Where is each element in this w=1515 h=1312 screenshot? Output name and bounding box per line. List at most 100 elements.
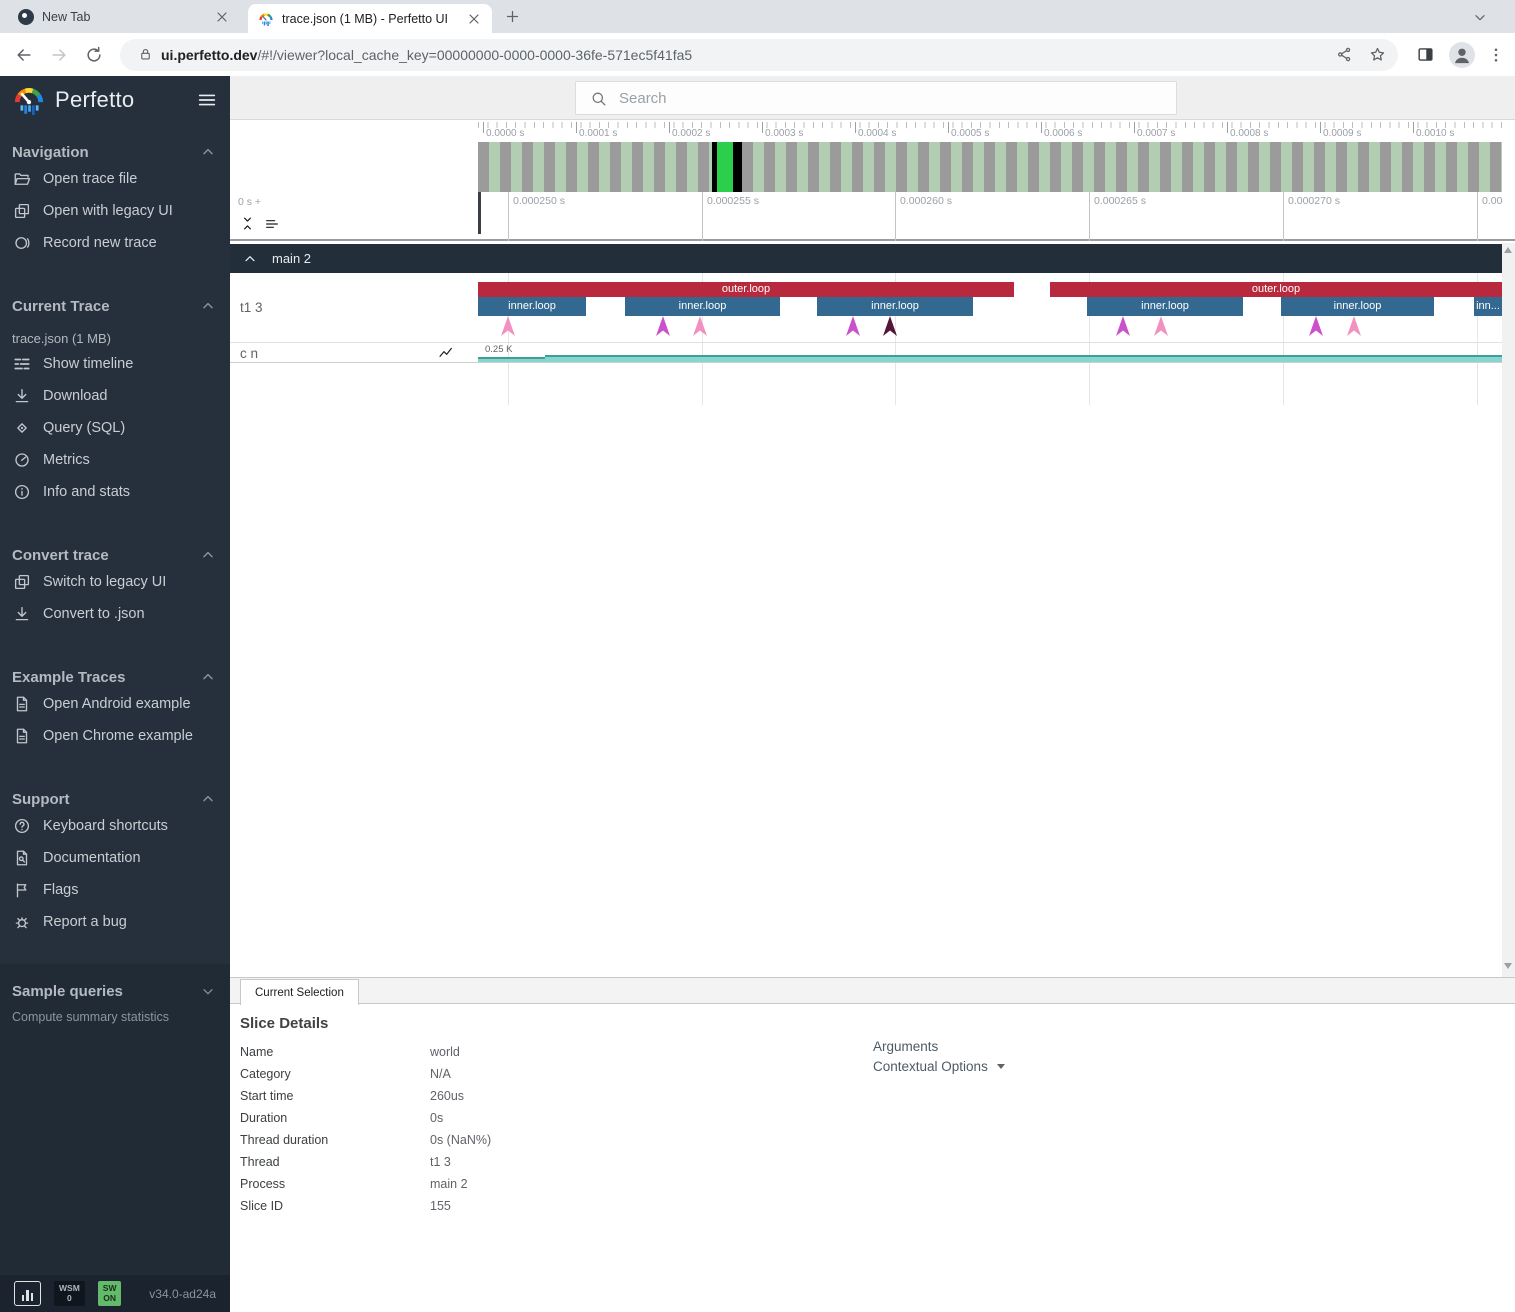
- ruler-major-tick: [855, 122, 856, 133]
- counter-series[interactable]: [478, 357, 545, 362]
- sidebar-section-header-navigation[interactable]: Navigation: [0, 141, 230, 163]
- sidebar-item-open-chrome-example[interactable]: Open Chrome example: [0, 720, 230, 752]
- sidebar-section-header-support[interactable]: Support: [0, 788, 230, 810]
- detail-label: Thread: [240, 1155, 430, 1169]
- sidebar-item-metrics[interactable]: Metrics: [0, 444, 230, 476]
- avatar[interactable]: [1449, 42, 1475, 68]
- sidebar-item-label: Download: [43, 388, 108, 404]
- slice-inner-loop[interactable]: inner.loop: [625, 297, 780, 316]
- back-icon[interactable]: [14, 45, 34, 65]
- slice-inner-loop[interactable]: inn...: [1474, 297, 1502, 316]
- search-input[interactable]: [619, 90, 1176, 107]
- time-marker-row: 0 s + 0.000250 s0.000255 s0.000260 s0.00…: [230, 192, 1515, 241]
- hamburger-menu-icon[interactable]: [196, 89, 218, 111]
- sidebar-section-navigation: NavigationOpen trace fileOpen with legac…: [0, 141, 230, 259]
- bookmark-star-icon[interactable]: [1369, 46, 1386, 63]
- slice-inner-loop[interactable]: inner.loop: [1281, 297, 1434, 316]
- slice-row-inner: inner.loop inner.loop inner.loop inner.loop…: [478, 297, 1502, 316]
- sidebar-item-show-timeline[interactable]: Show timeline: [0, 348, 230, 380]
- perfetto-logo-icon: [12, 83, 46, 117]
- sample-query-item[interactable]: Compute summary statistics: [0, 1002, 230, 1026]
- sidebar-item-open-trace-file[interactable]: Open trace file: [0, 163, 230, 195]
- search-box[interactable]: [575, 81, 1177, 115]
- instant-event[interactable]: [501, 316, 515, 336]
- time-marker-label: 0.000265 s: [1094, 195, 1146, 207]
- scroll-up-arrow-icon[interactable]: [1504, 247, 1512, 253]
- new-tab-button[interactable]: [504, 8, 521, 25]
- collapse-tracks-icon[interactable]: [239, 215, 256, 232]
- browser-tab-new-tab[interactable]: New Tab: [8, 0, 240, 33]
- sidebar-item-report-a-bug[interactable]: Report a bug: [0, 906, 230, 938]
- browser-tab-strip: New Tab trace.json (1 MB) - Perfetto UI: [0, 0, 1515, 33]
- app-name: Perfetto: [55, 87, 196, 113]
- instant-event[interactable]: [1116, 316, 1130, 336]
- slice-inner-loop[interactable]: inner.loop: [478, 297, 586, 316]
- instant-event[interactable]: [1309, 316, 1323, 336]
- sidebar-section-header-example-traces[interactable]: Example Traces: [0, 666, 230, 688]
- sidebar-item-label: Flags: [43, 882, 78, 898]
- arguments-column: Arguments Contextual Options: [873, 1039, 1005, 1074]
- record-icon: [13, 234, 31, 252]
- sidebar-item-open-android-example[interactable]: Open Android example: [0, 688, 230, 720]
- slice-inner-loop[interactable]: inner.loop: [1087, 297, 1243, 316]
- tab-current-selection[interactable]: Current Selection: [240, 979, 359, 1005]
- instant-event[interactable]: [656, 316, 670, 336]
- counter-track-name: c n: [240, 346, 258, 361]
- contextual-options-dropdown[interactable]: Contextual Options: [873, 1059, 1005, 1074]
- counter-series[interactable]: [545, 355, 1502, 362]
- kebab-menu-icon[interactable]: [1487, 46, 1505, 64]
- instant-event[interactable]: [693, 316, 707, 336]
- ruler-tick-label: 0.0008 s: [1230, 128, 1268, 139]
- version-label: v34.0-ad24a: [149, 1287, 216, 1301]
- timeline-minimap[interactable]: [478, 142, 1502, 192]
- sidebar-item-info-and-stats[interactable]: Info and stats: [0, 476, 230, 508]
- sidebar-section-header-sample-queries[interactable]: Sample queries: [0, 980, 230, 1002]
- sidebar-item-flags[interactable]: Flags: [0, 874, 230, 906]
- instant-event[interactable]: [1154, 316, 1168, 336]
- share-icon[interactable]: [1336, 46, 1353, 63]
- instant-event[interactable]: [846, 316, 860, 336]
- refresh-icon[interactable]: [84, 45, 104, 65]
- scroll-down-arrow-icon[interactable]: [1504, 963, 1512, 969]
- sidebar-item-switch-to-legacy-ui[interactable]: Switch to legacy UI: [0, 566, 230, 598]
- sidebar-item-download[interactable]: Download: [0, 380, 230, 412]
- slice-outer-loop[interactable]: outer.loop: [478, 282, 1014, 297]
- url-path: /#!/viewer?local_cache_key=00000000-0000…: [257, 47, 692, 63]
- query-icon: [13, 419, 31, 437]
- instant-event-selected[interactable]: [883, 316, 897, 336]
- ruler-tick-label: 0.0007 s: [1137, 128, 1175, 139]
- track-menu-icon[interactable]: [263, 216, 281, 232]
- sidebar-item-keyboard-shortcuts[interactable]: Keyboard shortcuts: [0, 810, 230, 842]
- url-bar[interactable]: ui.perfetto.dev/#!/viewer?local_cache_ke…: [120, 39, 1398, 71]
- bar-chart-icon[interactable]: [14, 1281, 41, 1306]
- chevron-up-icon[interactable]: [242, 251, 258, 267]
- sidebar-section-sample-queries: Sample queries Compute summary statistic…: [0, 964, 230, 1275]
- sidebar-item-query-sql[interactable]: Query (SQL): [0, 412, 230, 444]
- browser-tab-perfetto[interactable]: trace.json (1 MB) - Perfetto UI: [248, 4, 492, 33]
- sidebar-item-documentation[interactable]: Documentation: [0, 842, 230, 874]
- vertical-scrollbar[interactable]: [1502, 243, 1515, 977]
- sidebar-section-header-current-trace[interactable]: Current Trace: [0, 295, 230, 317]
- sidebar-item-label: Switch to legacy UI: [43, 574, 166, 590]
- sidebar-item-convert-to-json[interactable]: Convert to .json: [0, 598, 230, 630]
- tab-search-chevron-icon[interactable]: [1472, 9, 1488, 25]
- viewport-indicator-highlight[interactable]: [717, 142, 733, 192]
- side-panel-icon[interactable]: [1416, 45, 1435, 64]
- sidebar-item-open-with-legacy-ui[interactable]: Open with legacy UI: [0, 195, 230, 227]
- close-icon[interactable]: [466, 11, 482, 27]
- tab-title: trace.json (1 MB) - Perfetto UI: [282, 12, 458, 26]
- sidebar-footer: WSM0 SWON v34.0-ad24a: [0, 1275, 230, 1312]
- instant-event[interactable]: [1347, 316, 1361, 336]
- sidebar-section-header-convert-trace[interactable]: Convert trace: [0, 544, 230, 566]
- process-group-header[interactable]: main 2: [230, 244, 1502, 273]
- detail-label: Slice ID: [240, 1199, 430, 1213]
- docsearch-icon: [13, 849, 31, 867]
- sidebar-item-record-new-trace[interactable]: Record new trace: [0, 227, 230, 259]
- slice-outer-loop[interactable]: outer.loop: [1050, 282, 1502, 297]
- detail-value: t1 3: [430, 1155, 451, 1169]
- forward-icon[interactable]: [49, 45, 69, 65]
- tab-title: New Tab: [42, 10, 206, 24]
- close-icon[interactable]: [214, 9, 230, 25]
- arguments-label: Arguments: [873, 1039, 1005, 1054]
- slice-inner-loop[interactable]: inner.loop: [817, 297, 973, 316]
